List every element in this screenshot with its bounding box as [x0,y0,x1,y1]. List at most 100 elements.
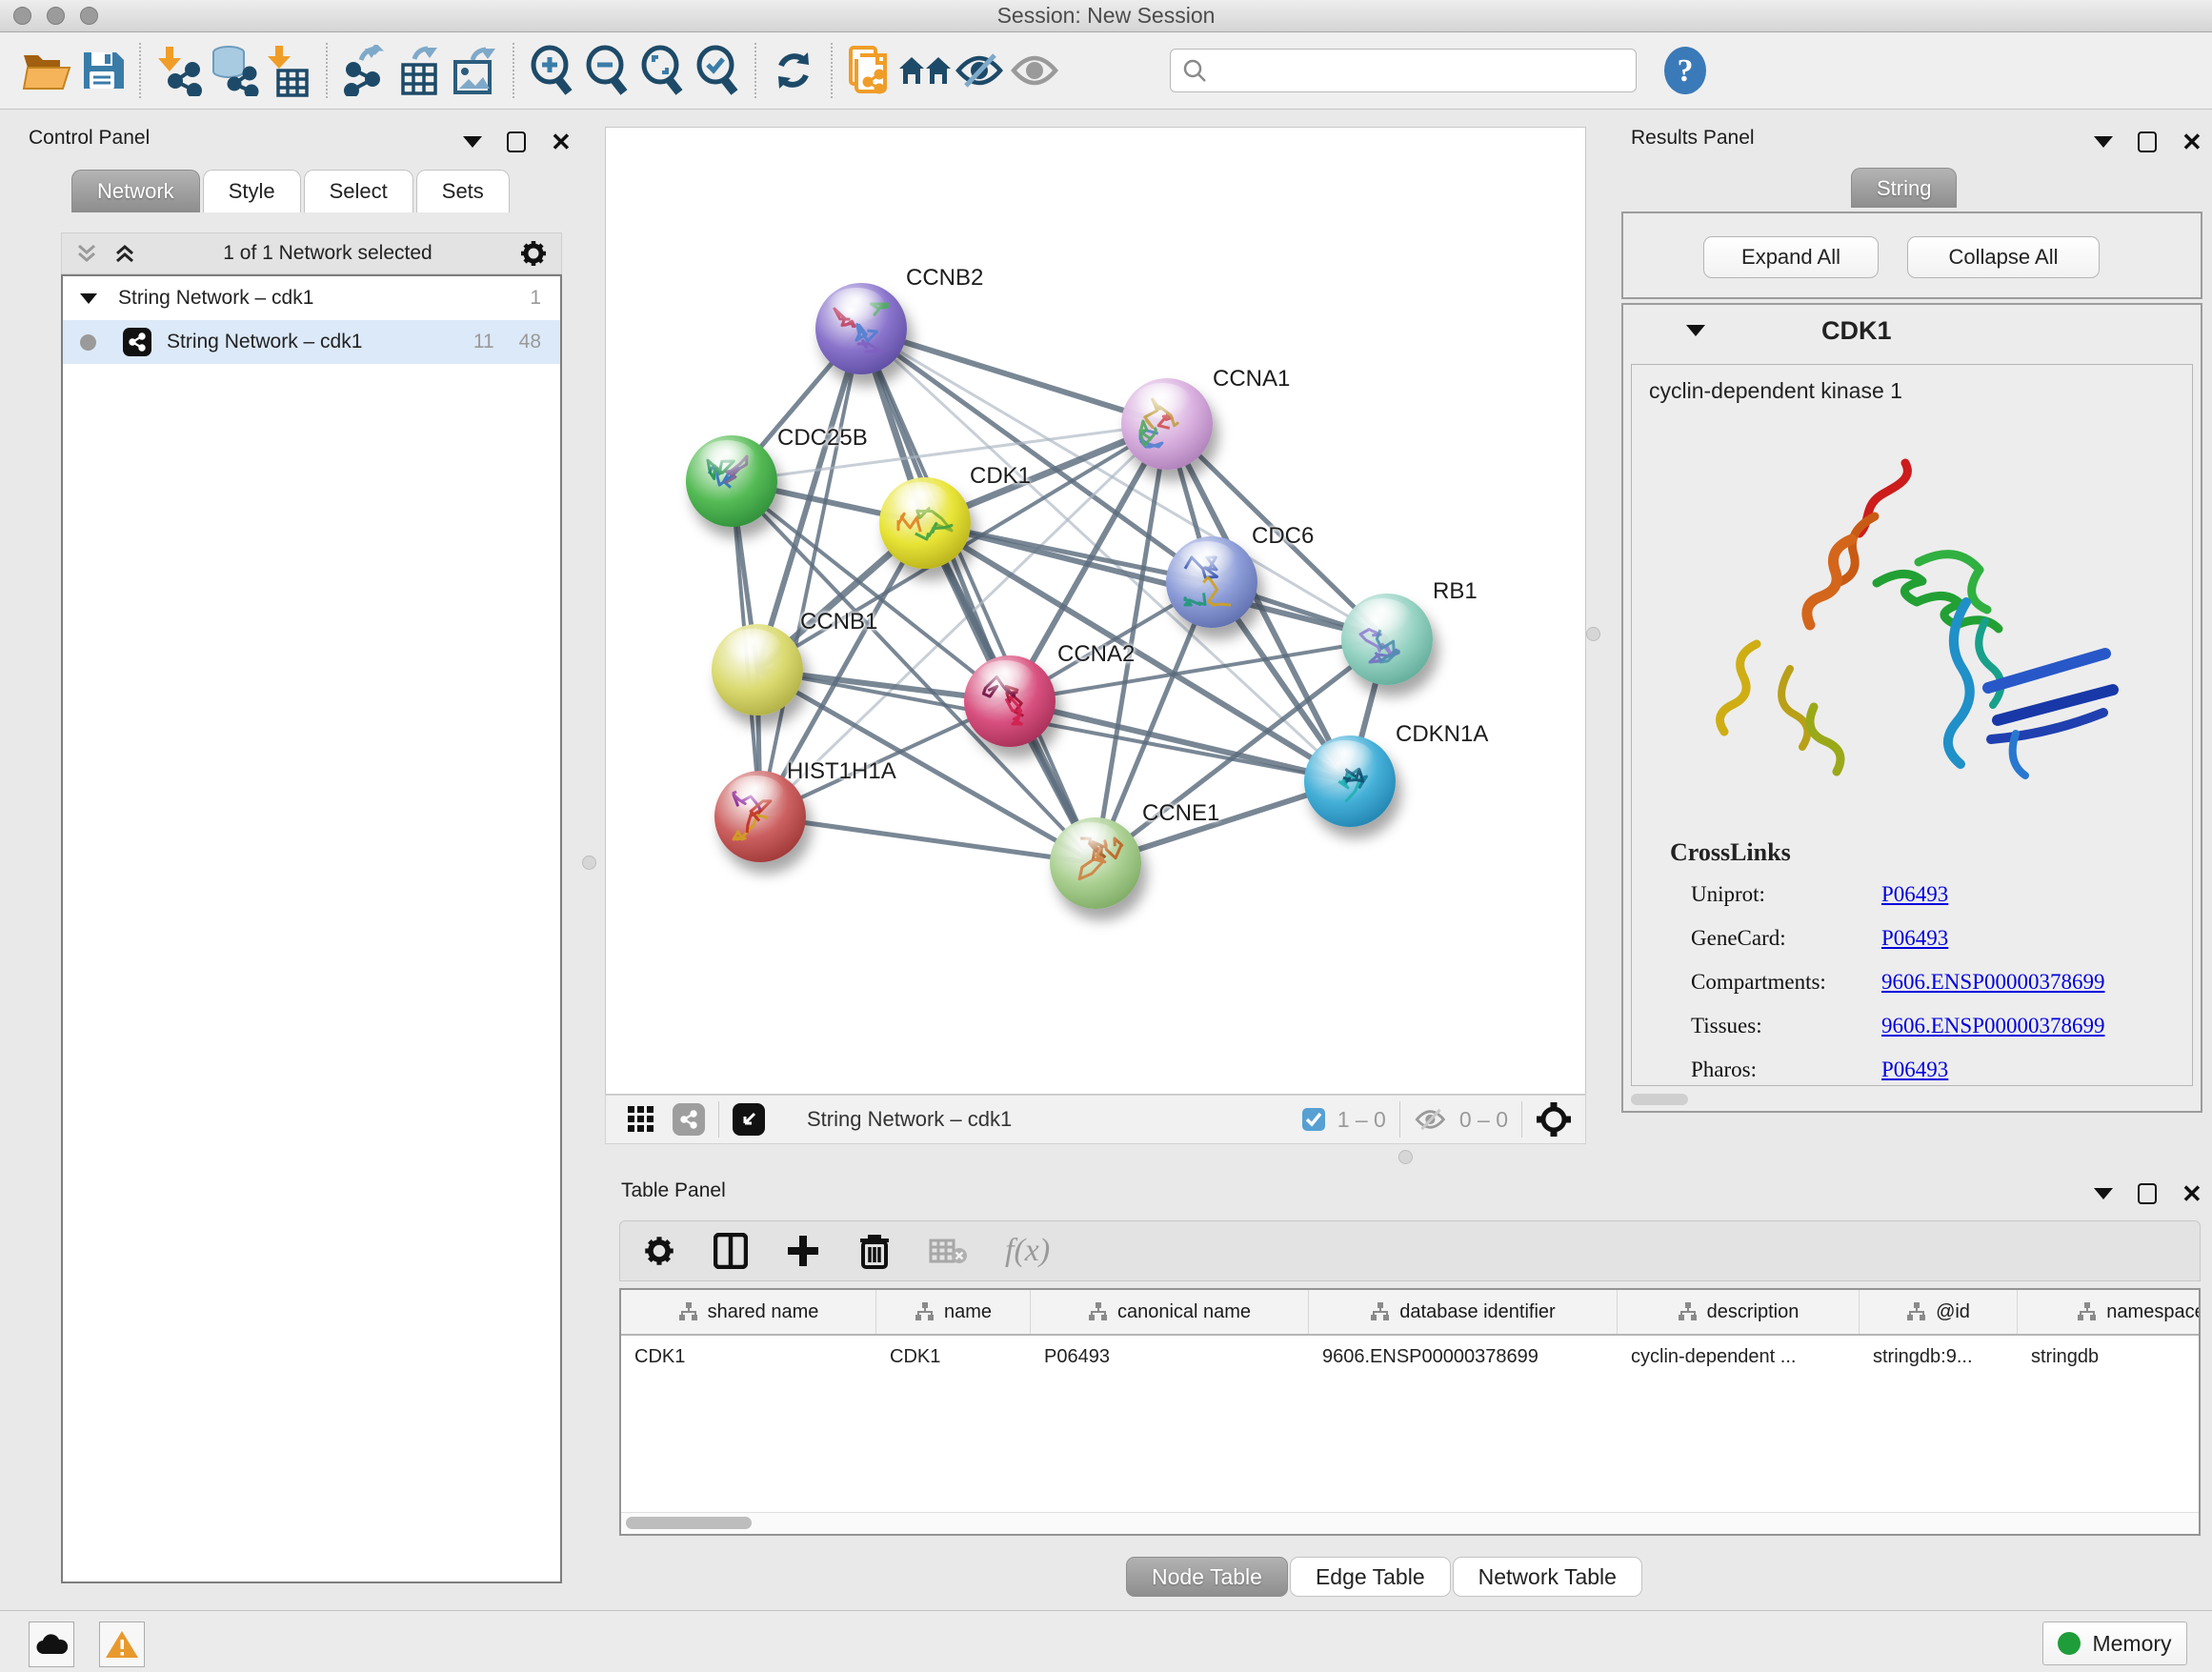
apply-layout-button[interactable] [766,43,821,98]
zoom-in-button[interactable] [524,43,579,98]
warnings-button[interactable] [99,1622,145,1667]
column-header-namespace[interactable]: namespace [2018,1290,2201,1334]
hide-selected-button[interactable] [953,43,1008,98]
home-view-button[interactable] [897,43,953,98]
control-panel-menu-icon[interactable] [463,136,482,148]
column-header-name[interactable]: name [876,1290,1031,1334]
network-edge-hist1h1a-ccne1[interactable] [760,816,1096,863]
network-node-ccna1[interactable] [1121,378,1213,470]
export-image-button[interactable] [448,43,503,98]
network-node-cdkn1a[interactable] [1304,735,1396,827]
network-node-cdc6[interactable] [1166,536,1257,628]
crosslink-link[interactable]: P06493 [1881,1058,1948,1082]
save-session-button[interactable] [74,43,130,98]
results-panel-float-icon[interactable] [2138,131,2157,152]
network-canvas[interactable]: CCNB2CCNA1CDC25BCDK1CDC6RB1CCNB1CCNA2CDK… [605,127,1586,1095]
network-view-type-icon[interactable] [673,1103,705,1136]
selected-checkbox-icon[interactable] [1301,1107,1326,1132]
zoom-out-button[interactable] [579,43,634,98]
network-edge-ccna2-cdkn1a[interactable] [1010,701,1350,781]
table-panel-menu-icon[interactable] [2094,1188,2113,1199]
houses-icon [897,50,953,91]
network-row[interactable]: String Network – cdk1 11 48 [63,320,560,364]
memory-status-button[interactable]: Memory [2042,1622,2187,1665]
results-hscroll-thumb[interactable] [1631,1094,1688,1105]
horizontal-splitter-handle[interactable] [1398,1150,1413,1164]
tab-select[interactable]: Select [304,170,413,212]
network-node-cdk1[interactable] [879,477,971,569]
expand-all-button[interactable]: Expand All [1703,236,1879,278]
network-node-cdc25b[interactable] [686,435,777,527]
left-splitter-handle[interactable] [582,856,596,870]
column-header-description[interactable]: description [1618,1290,1860,1334]
results-panel-close-icon[interactable]: ✕ [2182,132,2202,151]
search-input[interactable] [1217,57,1624,84]
control-panel-close-icon[interactable]: ✕ [551,132,572,151]
crosslink-link[interactable]: P06493 [1881,882,1948,907]
table-panel-close-icon[interactable]: ✕ [2182,1184,2202,1203]
import-network-database-button[interactable] [206,43,261,98]
tab-string[interactable]: String [1851,168,1957,208]
help-button[interactable]: ? [1658,43,1713,98]
node-gloss [727,776,784,812]
control-panel-float-icon[interactable] [507,131,526,152]
network-node-ccnb1[interactable] [712,624,803,715]
crosslink-link[interactable]: 9606.ENSP00000378699 [1881,1014,2105,1038]
cloud-status-button[interactable] [29,1622,74,1667]
tab-sets[interactable]: Sets [416,170,510,212]
network-options-gear-icon[interactable] [519,239,548,268]
table-options-gear-icon[interactable] [643,1235,675,1267]
export-table-button[interactable] [392,43,448,98]
column-header-database-identifier[interactable]: database identifier [1309,1290,1618,1334]
import-network-file-button[interactable] [151,43,206,98]
network-collection-row[interactable]: String Network – cdk1 1 [63,276,560,320]
tab-edge-table[interactable]: Edge Table [1290,1557,1451,1597]
results-panel-menu-icon[interactable] [2094,136,2113,148]
current-network-dot-icon [80,334,96,351]
table-tabs: Node TableEdge TableNetwork Table [1126,1557,1644,1597]
crosslink-link[interactable]: P06493 [1881,926,1948,951]
crosslink-link[interactable]: 9606.ENSP00000378699 [1881,970,2105,995]
delete-column-icon[interactable] [858,1233,891,1269]
cdk1-expander-icon[interactable] [1686,325,1705,336]
duplicate-network-button[interactable] [842,43,897,98]
zoom-selected-button[interactable] [690,43,745,98]
network-node-ccnb2[interactable] [815,283,907,374]
collapse-all-chevron-icon[interactable] [75,242,98,265]
network-node-rb1[interactable] [1341,594,1433,685]
table-row[interactable]: CDK1CDK1P064939606.ENSP00000378699cyclin… [621,1336,2199,1378]
crosslink-label: Uniprot: [1691,882,1881,907]
grid-view-icon[interactable] [627,1105,655,1134]
zoom-fit-button[interactable] [634,43,690,98]
tab-node-table[interactable]: Node Table [1126,1557,1288,1597]
tab-network[interactable]: Network [71,170,200,212]
import-table-button[interactable] [261,43,316,98]
right-splitter-handle[interactable] [1586,627,1600,641]
birdseye-view-icon[interactable] [733,1103,765,1136]
column-header-canonical-name[interactable]: canonical name [1031,1290,1309,1334]
collapse-all-button[interactable]: Collapse All [1907,236,2100,278]
show-all-button[interactable] [1008,43,1063,98]
tab-network-table[interactable]: Network Table [1453,1557,1642,1597]
show-columns-icon[interactable] [714,1233,748,1269]
collection-expander-icon[interactable] [80,293,97,304]
column-header-id[interactable]: @id [1860,1290,2018,1334]
fit-selected-crosshair-icon[interactable] [1536,1101,1572,1138]
memory-ok-dot-icon [2058,1632,2081,1655]
table-cell: stringdb:9... [1860,1336,2018,1378]
crosslinks-title: CrossLinks [1632,838,2192,867]
cdk1-details: cyclin-dependent kinase 1 CrossLinks Uni… [1631,364,2193,1086]
table-hscroll-thumb[interactable] [626,1517,752,1529]
expand-all-chevron-icon[interactable] [113,242,136,265]
column-header-shared-name[interactable]: shared name [621,1290,876,1334]
export-network-button[interactable] [337,43,392,98]
tab-style[interactable]: Style [203,170,301,212]
table-panel-float-icon[interactable] [2138,1183,2157,1204]
control-panel-controls: ✕ [463,131,572,152]
open-session-button[interactable] [19,43,74,98]
table-hscrollbar[interactable] [621,1512,2199,1534]
add-column-icon[interactable] [786,1234,820,1268]
network-node-ccne1[interactable] [1050,817,1141,909]
network-node-ccna2[interactable] [964,655,1056,747]
network-view-toolbar: String Network – cdk1 1 – 0 0 – 0 [605,1095,1586,1144]
